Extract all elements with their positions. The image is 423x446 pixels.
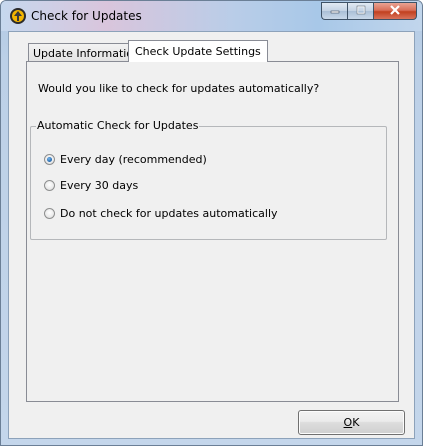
radio-button-selected[interactable] — [44, 154, 55, 165]
option-do-not-check[interactable]: Do not check for updates automatically — [44, 207, 278, 220]
title-bar[interactable]: Check for Updates — [1, 1, 422, 31]
option-label: Do not check for updates automatically — [60, 207, 278, 220]
auto-check-groupbox: Automatic Check for Updates Every day (r… — [30, 119, 387, 240]
ok-button[interactable]: OK — [298, 410, 405, 435]
auto-check-question: Would you like to check for updates auto… — [38, 82, 320, 95]
dialog-window: Check for Updates Update Information Che… — [0, 0, 423, 446]
minimize-icon — [330, 5, 340, 18]
maximize-icon — [356, 5, 366, 18]
ok-mnemonic: O — [343, 416, 353, 429]
window-title: Check for Updates — [31, 9, 142, 23]
close-button[interactable] — [373, 2, 417, 20]
minimize-button[interactable] — [321, 2, 347, 20]
tab-label: Check Update Settings — [135, 45, 261, 58]
radio-button[interactable] — [44, 180, 55, 191]
option-every-30-days[interactable]: Every 30 days — [44, 179, 138, 192]
option-every-day[interactable]: Every day (recommended) — [44, 153, 207, 166]
update-app-icon — [9, 7, 27, 25]
caption-buttons — [321, 2, 417, 21]
ok-label-rest: K — [352, 416, 360, 429]
close-icon — [389, 4, 401, 18]
option-label: Every 30 days — [60, 179, 139, 192]
option-label: Every day (recommended) — [60, 153, 207, 166]
settings-tab-panel: Would you like to check for updates auto… — [26, 61, 399, 402]
tab-label: Update Information — [33, 47, 141, 60]
dialog-client-area: Update Information Check Update Settings… — [8, 31, 415, 439]
tab-check-update-settings[interactable]: Check Update Settings — [128, 40, 268, 62]
groupbox-label: Automatic Check for Updates — [36, 119, 200, 132]
radio-button[interactable] — [44, 208, 55, 219]
maximize-button[interactable] — [347, 2, 373, 20]
